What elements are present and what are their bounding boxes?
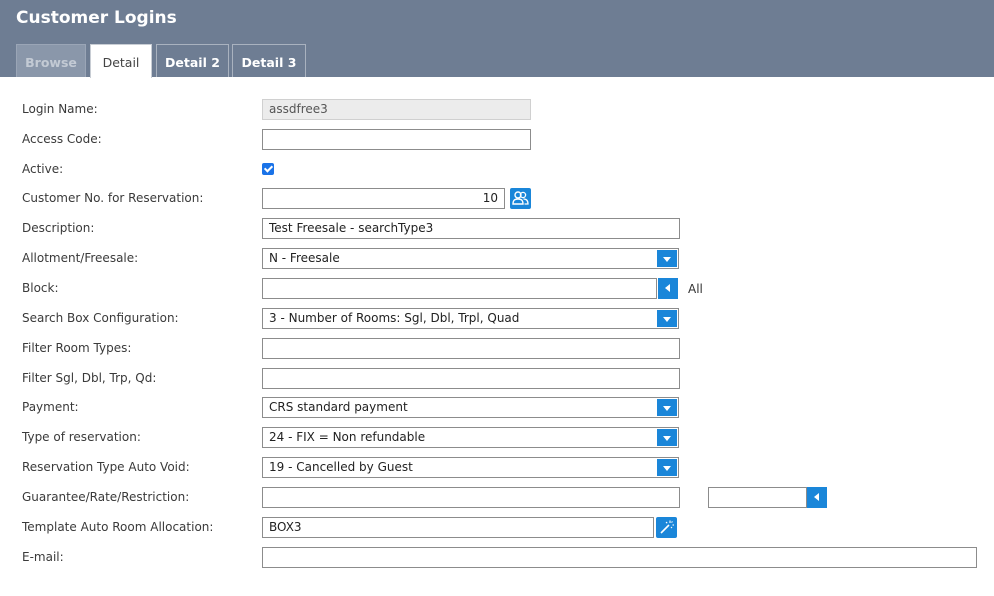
chevron-down-icon[interactable] (657, 429, 677, 446)
payment-label: Payment: (22, 400, 79, 414)
allotment-select[interactable]: N - Freesale (262, 248, 679, 269)
guarantee-input[interactable] (262, 487, 680, 508)
users-icon[interactable] (510, 188, 531, 209)
payment-select[interactable]: CRS standard payment (262, 397, 679, 418)
email-input[interactable] (262, 547, 977, 568)
allotment-label: Allotment/Freesale: (22, 251, 139, 265)
chevron-down-icon[interactable] (657, 250, 677, 267)
email-label: E-mail: (22, 550, 64, 564)
access-code-label: Access Code: (22, 132, 102, 146)
arrow-left-icon[interactable] (658, 278, 678, 299)
access-code-input[interactable] (262, 129, 531, 150)
template-auto-label: Template Auto Room Allocation: (22, 520, 214, 534)
filter-room-types-input[interactable] (262, 338, 680, 359)
active-label: Active: (22, 162, 64, 176)
block-input[interactable] (262, 278, 657, 299)
chevron-down-icon[interactable] (657, 399, 677, 416)
tab-detail[interactable]: Detail (90, 44, 152, 78)
chevron-down-icon[interactable] (657, 459, 677, 476)
search-box-value: 3 - Number of Rooms: Sgl, Dbl, Trpl, Qua… (269, 311, 520, 325)
magic-wand-icon[interactable] (656, 517, 677, 538)
allotment-value: N - Freesale (269, 251, 340, 265)
tab-browse[interactable]: Browse (16, 44, 86, 77)
description-input[interactable]: Test Freesale - searchType3 (262, 218, 680, 239)
block-all-text: All (688, 282, 703, 296)
auto-void-label: Reservation Type Auto Void: (22, 460, 190, 474)
page-title: Customer Logins (16, 8, 177, 28)
customer-no-input[interactable]: 10 (262, 188, 505, 209)
filter-sgl-input[interactable] (262, 368, 680, 389)
login-name-field: assdfree3 (262, 99, 531, 120)
filter-room-types-label: Filter Room Types: (22, 341, 132, 355)
auto-void-select[interactable]: 19 - Cancelled by Guest (262, 457, 679, 478)
filter-sgl-label: Filter Sgl, Dbl, Trp, Qd: (22, 371, 157, 385)
search-box-label: Search Box Configuration: (22, 311, 179, 325)
customer-no-label: Customer No. for Reservation: (22, 191, 204, 205)
guarantee-label: Guarantee/Rate/Restriction: (22, 490, 190, 504)
login-name-label: Login Name: (22, 102, 98, 116)
type-of-reservation-select[interactable]: 24 - FIX = Non refundable (262, 427, 679, 448)
type-of-reservation-value: 24 - FIX = Non refundable (269, 430, 426, 444)
template-auto-input[interactable]: BOX3 (262, 517, 654, 538)
active-checkbox[interactable] (262, 163, 274, 175)
type-of-reservation-label: Type of reservation: (22, 430, 141, 444)
description-label: Description: (22, 221, 95, 235)
chevron-down-icon[interactable] (657, 310, 677, 327)
block-label: Block: (22, 281, 59, 295)
app-header: Customer Logins Browse Detail Detail 2 D… (0, 0, 994, 78)
auto-void-value: 19 - Cancelled by Guest (269, 460, 413, 474)
arrow-left-icon[interactable] (807, 487, 827, 508)
tab-detail-3[interactable]: Detail 3 (232, 44, 306, 77)
guarantee-secondary-input[interactable] (708, 487, 807, 508)
tab-detail-2[interactable]: Detail 2 (156, 44, 229, 77)
payment-value: CRS standard payment (269, 400, 408, 414)
search-box-select[interactable]: 3 - Number of Rooms: Sgl, Dbl, Trpl, Qua… (262, 308, 679, 329)
